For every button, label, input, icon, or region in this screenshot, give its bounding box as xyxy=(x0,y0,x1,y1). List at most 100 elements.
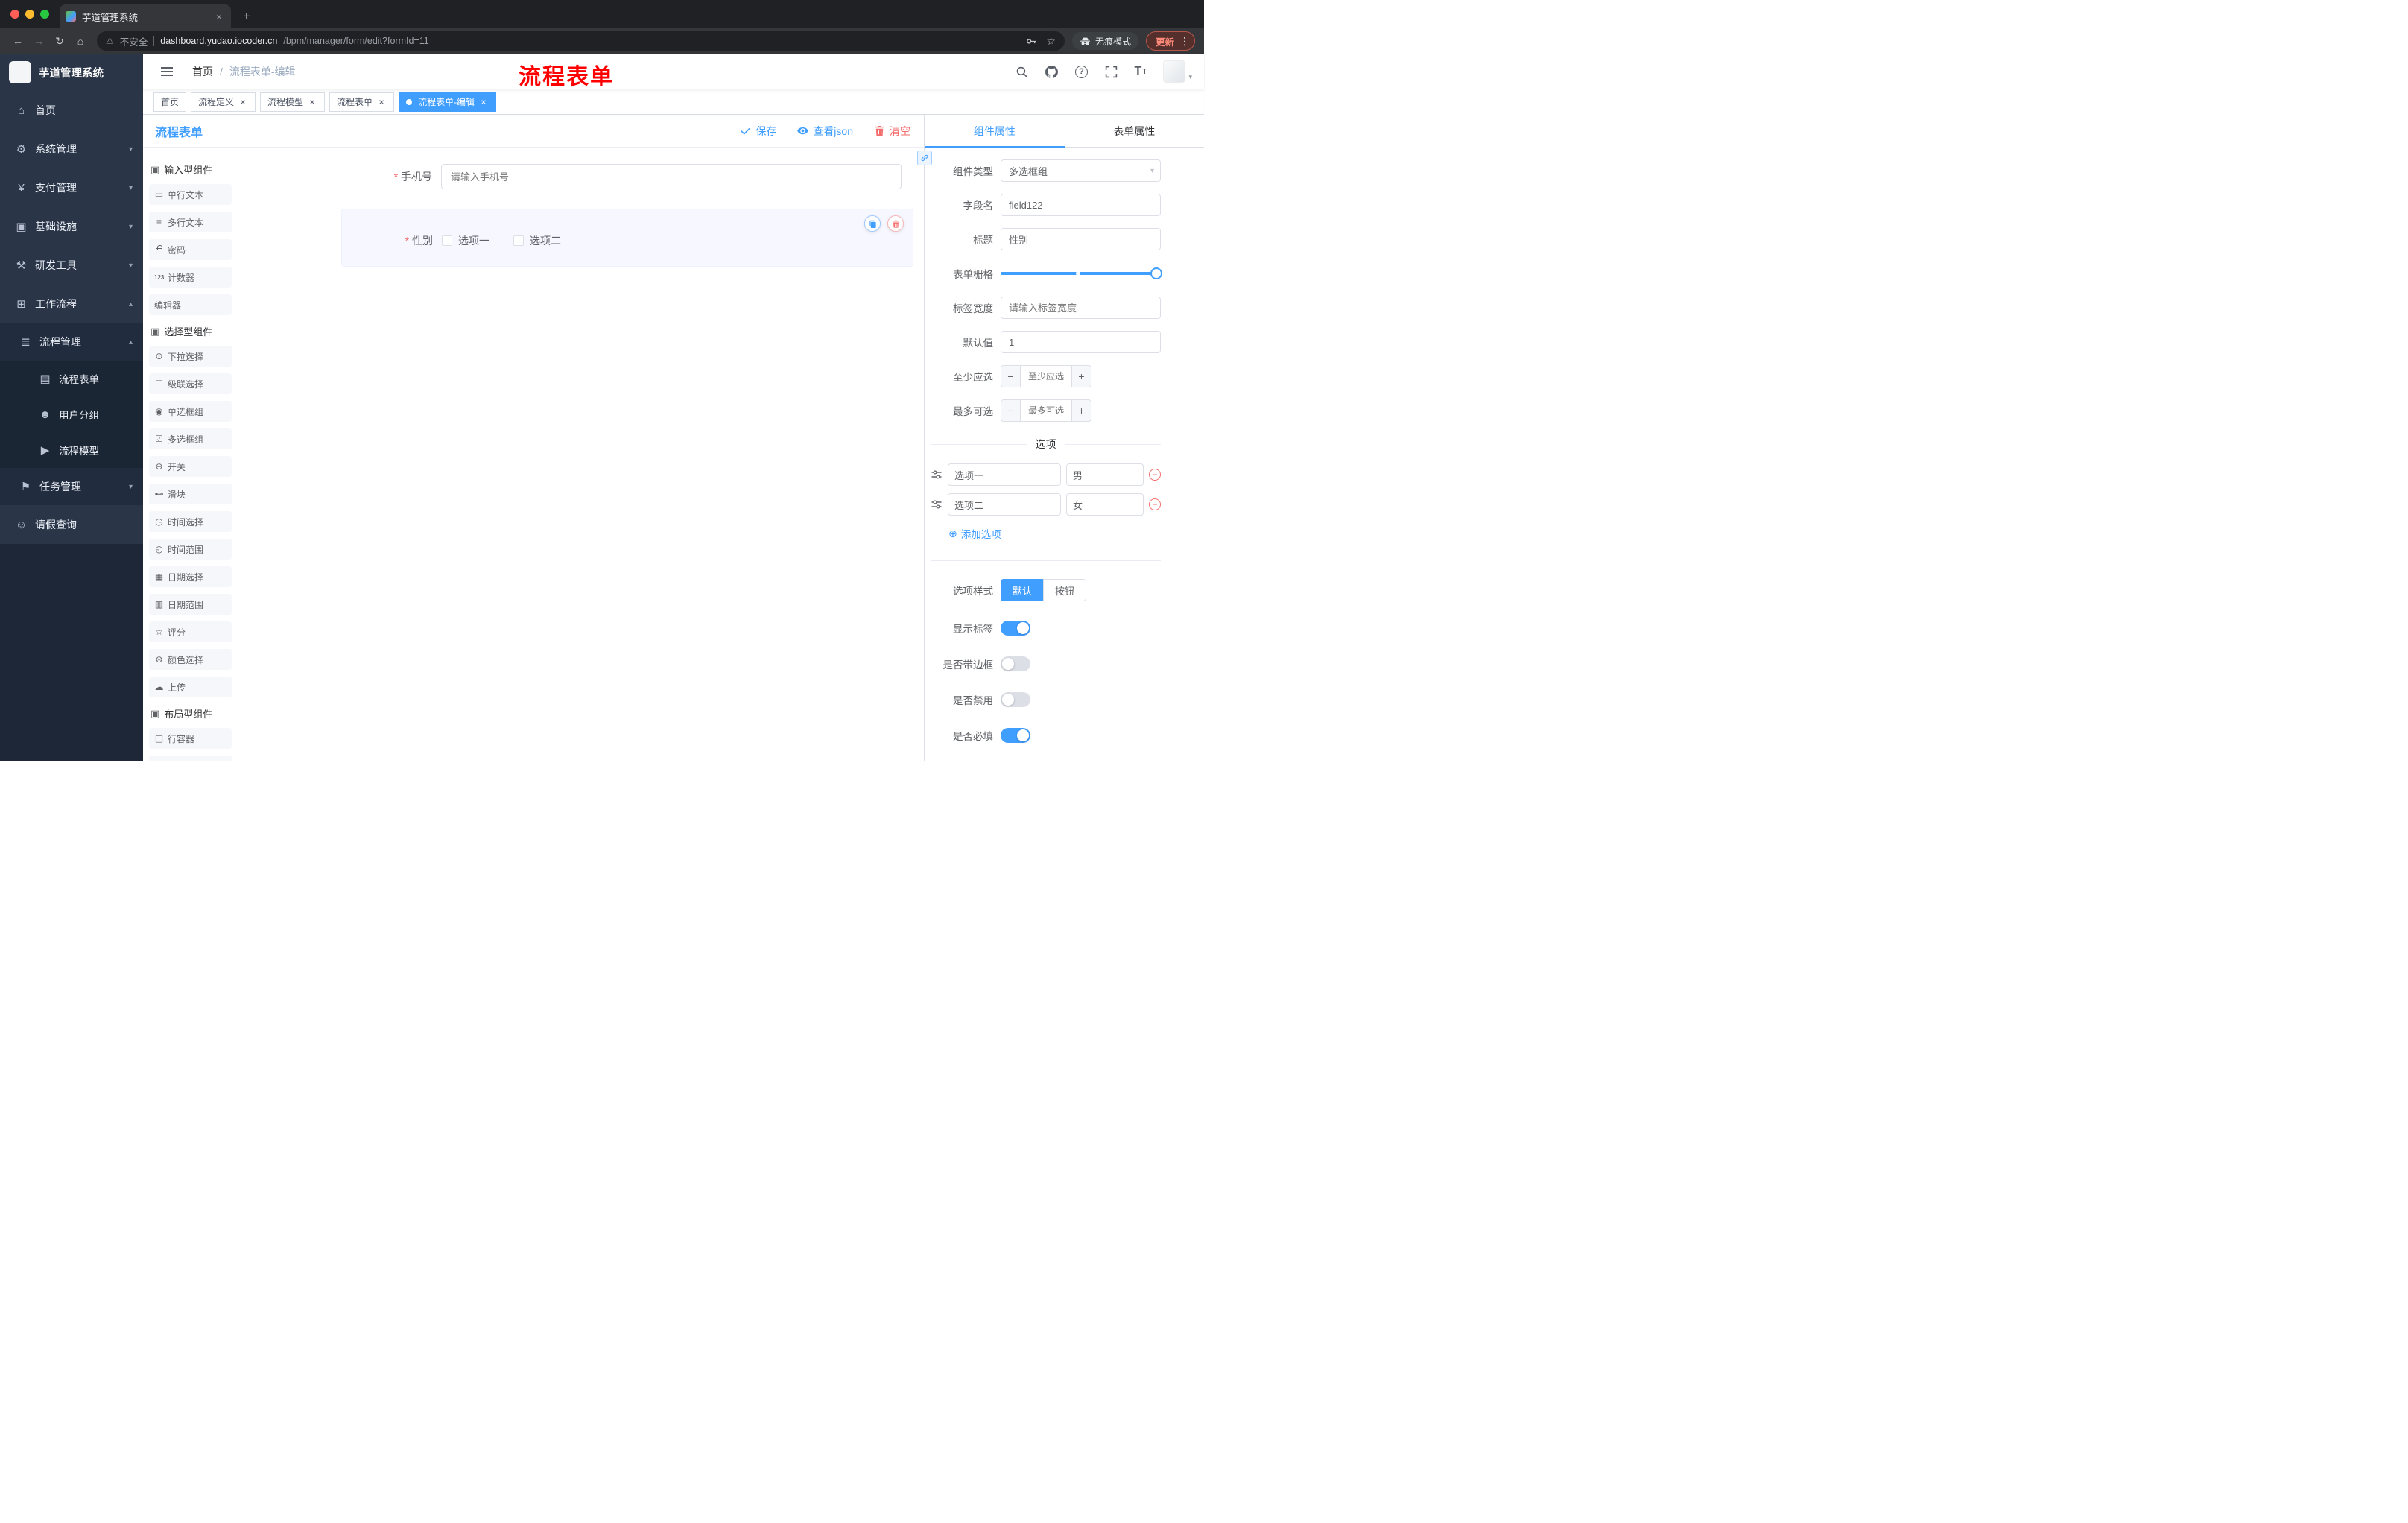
field-name-input[interactable] xyxy=(1001,194,1161,216)
increase-button[interactable]: + xyxy=(1071,366,1091,387)
palette-item-multi-line-text[interactable]: ≡ 多行文本 xyxy=(149,212,232,232)
palette-item-switch[interactable]: ⊖ 开关 xyxy=(149,456,232,477)
title-input[interactable] xyxy=(1001,228,1161,250)
drag-handle-icon[interactable] xyxy=(931,498,942,510)
with-border-toggle[interactable] xyxy=(1001,656,1030,671)
address-input[interactable]: ⚠ 不安全 dashboard.yudao.iocoder.cn/bpm/man… xyxy=(97,31,1065,51)
palette-item-password[interactable]: 密码 xyxy=(149,239,232,260)
maximize-window-icon[interactable] xyxy=(40,10,49,19)
back-icon[interactable]: ← xyxy=(9,32,27,50)
update-button[interactable]: 更新 ⋮ xyxy=(1145,31,1195,51)
fullscreen-icon[interactable] xyxy=(1103,64,1118,79)
add-option-button[interactable]: 添加选项 xyxy=(948,526,1001,541)
tag-close-icon[interactable] xyxy=(307,97,317,107)
sidebar-item-home[interactable]: ⌂ 首页 xyxy=(0,91,143,130)
reload-icon[interactable]: ↻ xyxy=(51,32,69,50)
remove-option-button[interactable] xyxy=(1149,469,1161,481)
slider-track[interactable] xyxy=(1001,271,1161,276)
copy-field-button[interactable] xyxy=(864,215,881,232)
label-width-input[interactable] xyxy=(1001,297,1161,319)
sidebar-item-leave-query[interactable]: ☺ 请假查询 xyxy=(0,505,143,544)
close-window-icon[interactable] xyxy=(10,10,19,19)
sidebar-item-process-form[interactable]: ▤ 流程表单 xyxy=(0,361,143,396)
increase-button[interactable]: + xyxy=(1071,400,1091,421)
sidebar-item-payment-management[interactable]: ¥ 支付管理 ▾ xyxy=(0,168,143,207)
clear-button[interactable]: 清空 xyxy=(874,124,910,139)
remove-option-button[interactable] xyxy=(1149,498,1161,510)
user-menu[interactable]: ▾ xyxy=(1163,60,1192,83)
tag-close-icon[interactable] xyxy=(238,97,248,107)
sidebar-item-system-management[interactable]: ⚙ 系统管理 ▾ xyxy=(0,130,143,168)
sidebar-item-user-group[interactable]: ☻ 用户分组 xyxy=(0,396,143,432)
bookmark-star-icon[interactable]: ☆ xyxy=(1046,35,1056,48)
option-style-button-button[interactable]: 按钮 xyxy=(1043,579,1087,601)
minimize-window-icon[interactable] xyxy=(25,10,34,19)
palette-item-rate[interactable]: ☆ 评分 xyxy=(149,621,232,642)
palette-item-slider[interactable]: ⊷ 滑块 xyxy=(149,484,232,504)
required-toggle[interactable] xyxy=(1001,728,1030,743)
browser-home-icon[interactable]: ⌂ xyxy=(72,32,89,50)
gender-option1-checkbox[interactable]: 选项一 xyxy=(442,233,489,248)
sidebar-item-process-model[interactable]: ▶ 流程模型 xyxy=(0,432,143,468)
font-size-icon[interactable]: TT xyxy=(1133,64,1148,79)
decrease-button[interactable]: − xyxy=(1001,400,1021,421)
palette-item-button[interactable]: ☞按钮 xyxy=(149,756,232,762)
github-icon[interactable] xyxy=(1044,64,1059,79)
tag-process-definition[interactable]: 流程定义 xyxy=(191,92,256,112)
form-grid-slider[interactable] xyxy=(1001,262,1162,285)
option-value-input[interactable] xyxy=(1066,493,1144,516)
component-type-select[interactable]: 多选框组 ▾ xyxy=(1001,159,1161,182)
palette-item-time-range[interactable]: ◴ 时间范围 xyxy=(149,539,232,560)
palette-item-select[interactable]: ⊙ 下拉选择 xyxy=(149,346,232,367)
sidebar-toggle-icon[interactable] xyxy=(161,67,173,76)
search-icon[interactable] xyxy=(1014,64,1029,79)
option-style-default-button[interactable]: 默认 xyxy=(1001,579,1044,601)
new-tab-button[interactable]: + xyxy=(237,7,256,26)
show-label-toggle[interactable] xyxy=(1001,621,1030,636)
palette-item-upload[interactable]: ☁ 上传 xyxy=(149,677,232,697)
tag-process-model[interactable]: 流程模型 xyxy=(260,92,326,112)
tag-process-form[interactable]: 流程表单 xyxy=(329,92,395,112)
palette-item-editor[interactable]: 编辑器 xyxy=(149,294,232,315)
max-select-input[interactable] xyxy=(1021,400,1071,421)
sidebar-item-task-management[interactable]: ⚑ 任务管理 ▾ xyxy=(0,468,143,505)
tab-form-props[interactable]: 表单属性 xyxy=(1065,115,1205,147)
help-icon[interactable]: ? xyxy=(1074,64,1089,79)
palette-item-counter[interactable]: 123 计数器 xyxy=(149,267,232,288)
default-value-input[interactable] xyxy=(1001,331,1161,353)
option-label-input[interactable] xyxy=(948,463,1061,486)
gender-option2-checkbox[interactable]: 选项二 xyxy=(513,233,561,248)
option-label-input[interactable] xyxy=(948,493,1061,516)
sidebar-item-infrastructure[interactable]: ▣ 基础设施 ▾ xyxy=(0,207,143,246)
decrease-button[interactable]: − xyxy=(1001,366,1021,387)
save-button[interactable]: 保存 xyxy=(740,124,776,139)
palette-item-row-container[interactable]: ◫ 行容器 xyxy=(149,728,232,749)
form-canvas[interactable]: 手机号 xyxy=(326,148,924,762)
min-select-input[interactable] xyxy=(1021,366,1071,387)
tag-close-icon[interactable] xyxy=(376,97,387,107)
avatar[interactable] xyxy=(1163,60,1186,83)
canvas-field-phone[interactable]: 手机号 xyxy=(341,158,913,195)
link-icon[interactable] xyxy=(917,151,932,165)
option-value-input[interactable] xyxy=(1066,463,1144,486)
palette-item-date-picker[interactable]: ▦ 日期选择 xyxy=(149,566,232,587)
browser-tab[interactable]: 芋道管理系统 xyxy=(60,4,231,28)
sidebar-item-process-management[interactable]: ≣ 流程管理 ▴ xyxy=(0,323,143,361)
view-json-button[interactable]: 查看json xyxy=(797,124,853,139)
delete-field-button[interactable] xyxy=(887,215,904,232)
drag-handle-icon[interactable] xyxy=(931,469,942,481)
slider-handle[interactable] xyxy=(1150,267,1162,279)
tab-component-props[interactable]: 组件属性 xyxy=(925,115,1065,148)
canvas-field-gender[interactable]: 性别 选项一 选项二 xyxy=(341,209,913,267)
palette-item-cascader[interactable]: ⊤ 级联选择 xyxy=(149,373,232,394)
tag-home[interactable]: 首页 xyxy=(153,92,187,112)
tag-close-icon[interactable] xyxy=(478,97,489,107)
disabled-toggle[interactable] xyxy=(1001,692,1030,707)
tab-close-icon[interactable] xyxy=(213,10,225,22)
sidebar-item-dev-tools[interactable]: ⚒ 研发工具 ▾ xyxy=(0,246,143,285)
key-icon[interactable] xyxy=(1026,36,1037,47)
tag-process-form-edit[interactable]: 流程表单-编辑 xyxy=(399,92,497,112)
palette-item-single-line-text[interactable]: ▭ 单行文本 xyxy=(149,184,232,205)
palette-item-time-picker[interactable]: ◷ 时间选择 xyxy=(149,511,232,532)
phone-input[interactable] xyxy=(441,164,902,189)
